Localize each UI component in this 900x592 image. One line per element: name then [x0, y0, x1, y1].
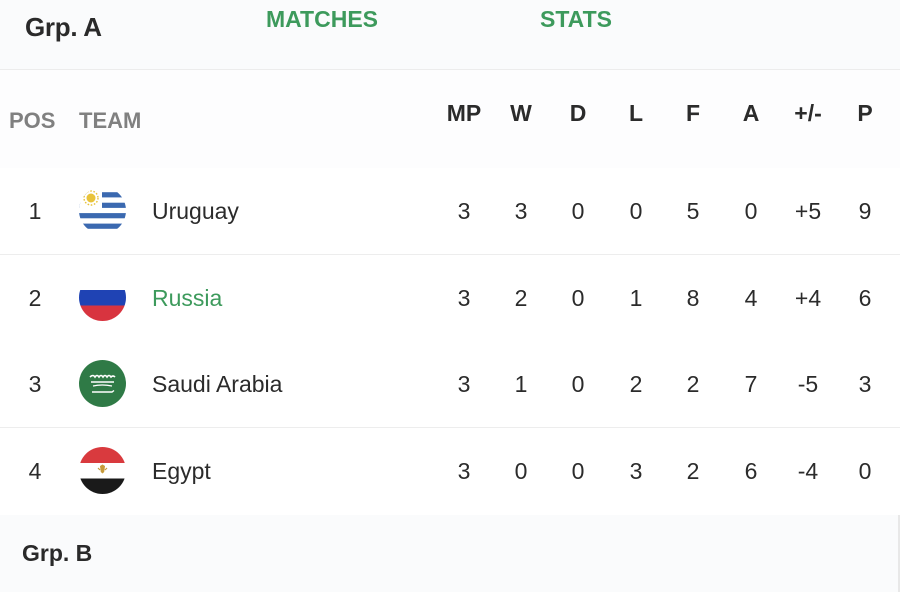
goal-difference: -5 [797, 371, 819, 397]
goals-against: 4 [744, 285, 758, 311]
position: 2 [28, 285, 42, 311]
wins: 3 [514, 198, 528, 224]
table-row[interactable]: 3 Saudi Arabia 3 1 0 2 2 7 -5 3 [0, 341, 900, 428]
col-d: D [569, 100, 587, 126]
position: 3 [28, 371, 42, 397]
goals-for: 2 [686, 458, 700, 484]
goals-against: 7 [744, 371, 758, 397]
losses: 0 [629, 198, 643, 224]
team-name: Saudi Arabia [152, 371, 283, 397]
position: 1 [28, 198, 42, 224]
col-pos: POS [9, 108, 56, 133]
draws: 0 [571, 285, 585, 311]
group-a-title: Grp. A [25, 12, 102, 42]
points: 6 [858, 285, 872, 311]
col-f: F [685, 100, 701, 126]
draws: 0 [571, 198, 585, 224]
wins: 2 [514, 285, 528, 311]
col-goal-difference: +/- [794, 100, 822, 126]
matches-played: 3 [457, 198, 471, 224]
points: 3 [858, 371, 872, 397]
table-row[interactable]: 4 Egypt 3 0 0 3 2 6 -4 0 [0, 428, 900, 514]
goals-against: 6 [744, 458, 758, 484]
draws: 0 [571, 371, 585, 397]
team-name: Egypt [152, 458, 211, 484]
matches-played: 3 [457, 285, 471, 311]
group-b-header-bar[interactable]: Grp. B [0, 515, 900, 592]
table-row[interactable]: 2 Russia 3 2 0 1 8 4 +4 6 [0, 255, 900, 342]
col-w: W [510, 100, 532, 126]
col-mp: MP [446, 100, 482, 126]
team-name-link[interactable]: Russia [152, 285, 222, 312]
matches-played: 3 [457, 458, 471, 484]
points: 0 [858, 458, 872, 484]
draws: 0 [571, 458, 585, 484]
standings-column-header: POS TEAM MP W D L F A +/- P [0, 70, 900, 170]
goal-difference: +5 [794, 198, 822, 224]
group-a-header-bar: Grp. A MATCHES STATS [0, 0, 900, 70]
goals-against: 0 [744, 198, 758, 224]
losses: 3 [629, 458, 643, 484]
wins: 1 [514, 371, 528, 397]
goals-for: 5 [686, 198, 700, 224]
tab-stats[interactable]: STATS [540, 6, 612, 33]
col-a: A [742, 100, 760, 126]
goals-for: 8 [686, 285, 700, 311]
position: 4 [28, 458, 42, 484]
russia-flag-icon [79, 274, 126, 321]
matches-played: 3 [457, 371, 471, 397]
col-team: TEAM [79, 108, 142, 133]
table-row[interactable]: 1 Uruguay 3 3 0 0 5 0 +5 9 [0, 168, 900, 255]
points: 9 [858, 198, 872, 224]
col-l: L [628, 100, 644, 126]
goal-difference: +4 [794, 285, 822, 311]
saudi-arabia-flag-icon [79, 360, 126, 407]
goals-for: 2 [686, 371, 700, 397]
col-p: P [857, 100, 873, 126]
group-b-title: Grp. B [22, 540, 93, 566]
egypt-flag-icon [79, 447, 126, 494]
team-name: Uruguay [152, 198, 239, 224]
losses: 1 [629, 285, 643, 311]
uruguay-flag-icon [79, 187, 126, 234]
wins: 0 [514, 458, 528, 484]
losses: 2 [629, 371, 643, 397]
tab-matches[interactable]: MATCHES [266, 6, 378, 33]
goal-difference: -4 [797, 458, 819, 484]
